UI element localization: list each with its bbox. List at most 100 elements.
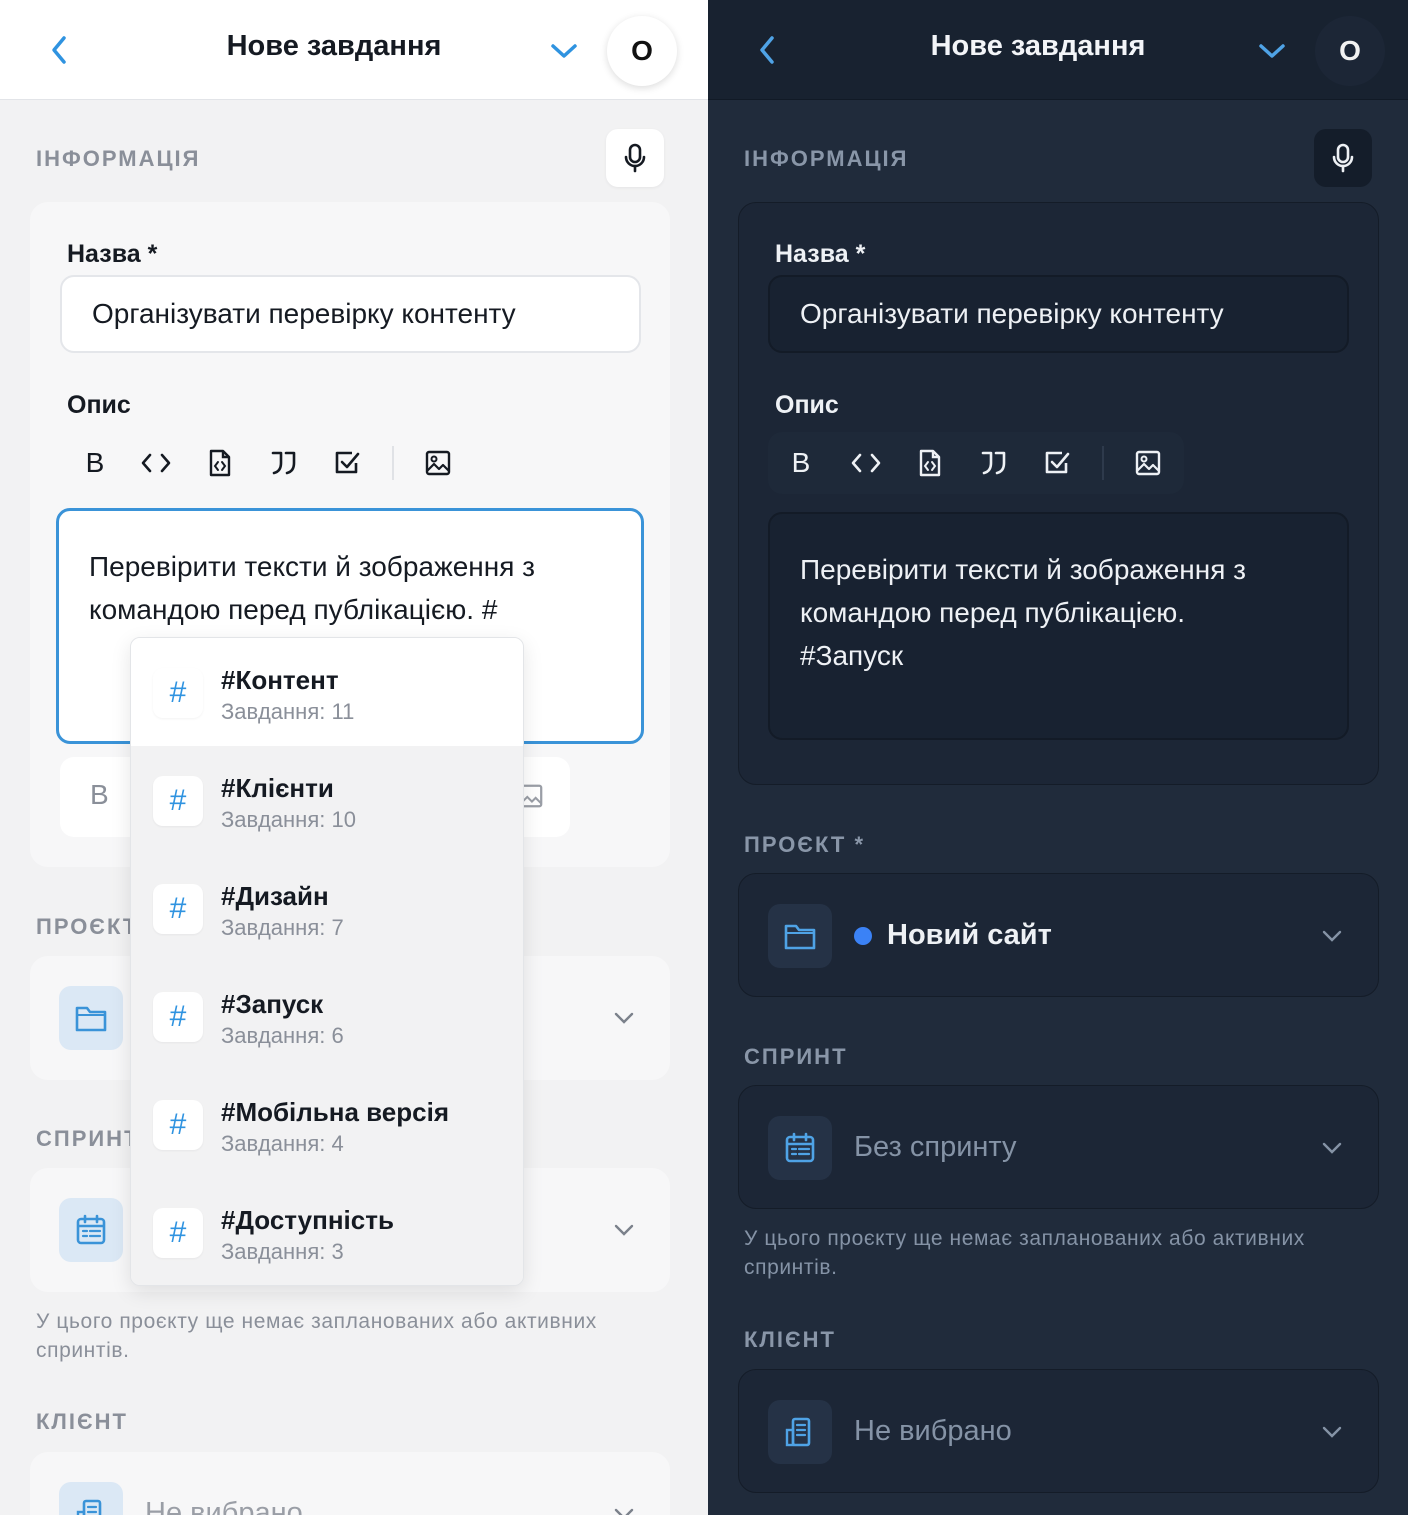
client-select[interactable]: Не вибрано bbox=[30, 1452, 670, 1515]
description-hashtag: #Запуск bbox=[800, 640, 904, 671]
hashtag-suggestion[interactable]: # #Мобільна версія Завдання: 4 bbox=[131, 1070, 523, 1178]
header: Нове завдання O bbox=[708, 0, 1408, 100]
hashtag-count: Завдання: 3 bbox=[221, 1239, 344, 1264]
hashtag-count: Завдання: 6 bbox=[221, 1023, 344, 1048]
avatar[interactable]: O bbox=[1315, 16, 1385, 86]
checklist-button[interactable] bbox=[1026, 435, 1090, 491]
bold-icon: B bbox=[90, 779, 109, 810]
client-value: Не вибрано bbox=[145, 1497, 303, 1515]
light-theme-panel: Нове завдання O ІНФОРМАЦІЯ Назва * Орган… bbox=[0, 0, 708, 1515]
microphone-icon bbox=[624, 143, 646, 173]
section-label-client: КЛІЄНТ bbox=[36, 1409, 128, 1434]
hashtag-name: #Контент bbox=[221, 665, 339, 695]
checkbox-icon bbox=[335, 451, 360, 474]
hashtag-count: Завдання: 4 bbox=[221, 1131, 344, 1156]
client-value: Не вибрано bbox=[854, 1415, 1012, 1447]
quote-button[interactable] bbox=[962, 435, 1026, 491]
avatar[interactable]: O bbox=[607, 16, 677, 86]
checkbox-icon bbox=[1045, 451, 1070, 474]
name-label: Назва * bbox=[775, 240, 866, 268]
hashtag-icon: # bbox=[153, 992, 203, 1042]
code-icon bbox=[851, 453, 881, 473]
chevron-down-icon bbox=[1259, 44, 1285, 58]
expand-button[interactable] bbox=[546, 38, 582, 64]
name-input[interactable]: Організувати перевірку контенту bbox=[768, 275, 1349, 353]
hashtag-suggestion[interactable]: # #Контент Завдання: 11 bbox=[131, 638, 523, 746]
hashtag-name: #Дизайн bbox=[221, 881, 329, 911]
inline-code-button[interactable] bbox=[124, 435, 188, 491]
quote-icon bbox=[981, 451, 1006, 475]
hashtag-suggestion[interactable]: # #Доступність Завдання: 3 bbox=[131, 1178, 523, 1285]
sprint-select[interactable]: Без спринту bbox=[738, 1085, 1379, 1209]
hashtag-name: #Мобільна версія bbox=[221, 1097, 450, 1127]
inline-code-button[interactable] bbox=[834, 435, 898, 491]
hashtag-suggestion[interactable]: # #Дизайн Завдання: 7 bbox=[131, 854, 523, 962]
section-label-sprint: СПРИНТ bbox=[36, 1126, 140, 1151]
hashtag-icon: # bbox=[153, 1100, 203, 1150]
code-block-button[interactable] bbox=[898, 435, 962, 491]
hashtag-name: #Доступність bbox=[221, 1205, 394, 1235]
hashtag-name: #Клієнти bbox=[221, 773, 334, 803]
client-select[interactable]: Не вибрано bbox=[738, 1369, 1379, 1493]
description-label: Опис bbox=[775, 391, 839, 419]
name-label: Назва * bbox=[67, 240, 158, 268]
hashtag-suggestion[interactable]: # #Запуск Завдання: 6 bbox=[131, 962, 523, 1070]
section-label-info: ІНФОРМАЦІЯ bbox=[744, 146, 909, 171]
hashtag-icon: # bbox=[153, 668, 203, 718]
microphone-icon bbox=[1332, 143, 1354, 173]
image-icon bbox=[1135, 450, 1161, 476]
expand-button[interactable] bbox=[1254, 38, 1290, 64]
description-editor[interactable]: Перевірити тексти й зображення з командо… bbox=[768, 512, 1349, 740]
project-select[interactable]: Новий сайт bbox=[738, 873, 1379, 997]
hashtag-count: Завдання: 7 bbox=[221, 915, 344, 940]
bold-button[interactable]: B bbox=[768, 435, 834, 491]
bold-button[interactable]: B bbox=[66, 435, 124, 491]
building-icon bbox=[59, 1482, 123, 1515]
quote-icon bbox=[271, 451, 296, 475]
dark-theme-panel: Нове завдання O ІНФОРМАЦІЯ Назва * Орган… bbox=[708, 0, 1408, 1515]
calendar-icon bbox=[59, 1198, 123, 1262]
hashtag-suggestions: # #Контент Завдання: 11 # #Клієнти Завда… bbox=[130, 637, 524, 1286]
hashtag-icon: # bbox=[153, 884, 203, 934]
hashtag-suggestion[interactable]: # #Клієнти Завдання: 10 bbox=[131, 746, 523, 854]
hashtag-icon: # bbox=[153, 776, 203, 826]
formatting-toolbar: B bbox=[66, 432, 470, 494]
quote-button[interactable] bbox=[252, 435, 316, 491]
name-input[interactable]: Організувати перевірку контенту bbox=[60, 275, 641, 353]
project-color-dot bbox=[854, 927, 872, 945]
description-line: командою перед публікацією. bbox=[800, 597, 1186, 628]
section-label-sprint: СПРИНТ bbox=[744, 1044, 848, 1069]
description-line: Перевірити тексти й зображення з bbox=[89, 551, 535, 582]
calendar-icon bbox=[768, 1116, 832, 1180]
chevron-down-icon bbox=[1320, 1136, 1344, 1160]
chevron-down-icon bbox=[551, 44, 577, 58]
code-icon bbox=[141, 453, 171, 473]
toolbar-divider bbox=[392, 446, 394, 480]
image-button[interactable] bbox=[1116, 435, 1180, 491]
image-button[interactable] bbox=[406, 435, 470, 491]
chevron-down-icon bbox=[612, 1006, 636, 1030]
chevron-down-icon bbox=[1320, 924, 1344, 948]
sprint-note: У цього проєкту ще немає запланованих аб… bbox=[744, 1227, 1305, 1279]
voice-input-button[interactable] bbox=[606, 129, 664, 187]
section-label-project: ПРОЄКТ * bbox=[744, 832, 866, 857]
bold-icon: B bbox=[791, 447, 811, 478]
folder-icon bbox=[59, 986, 123, 1050]
checklist-button[interactable] bbox=[316, 435, 380, 491]
project-value: Новий сайт bbox=[887, 919, 1052, 951]
hashtag-count: Завдання: 11 bbox=[221, 699, 355, 724]
code-block-button[interactable] bbox=[188, 435, 252, 491]
bold-icon: B bbox=[85, 447, 105, 478]
section-label-info: ІНФОРМАЦІЯ bbox=[36, 146, 201, 171]
section-label-project: ПРОЄКТ bbox=[36, 914, 139, 939]
sprint-value: Без спринту bbox=[854, 1131, 1017, 1163]
page-title: Нове завдання bbox=[226, 30, 442, 62]
sprint-note: У цього проєкту ще немає запланованих аб… bbox=[36, 1310, 597, 1362]
page-title: Нове завдання bbox=[930, 30, 1146, 62]
hashtag-icon: # bbox=[153, 1208, 203, 1258]
chevron-down-icon bbox=[1320, 1420, 1344, 1444]
chevron-down-icon bbox=[612, 1502, 636, 1515]
voice-input-button[interactable] bbox=[1314, 129, 1372, 187]
file-code-icon bbox=[209, 449, 231, 477]
chevron-down-icon bbox=[612, 1218, 636, 1242]
